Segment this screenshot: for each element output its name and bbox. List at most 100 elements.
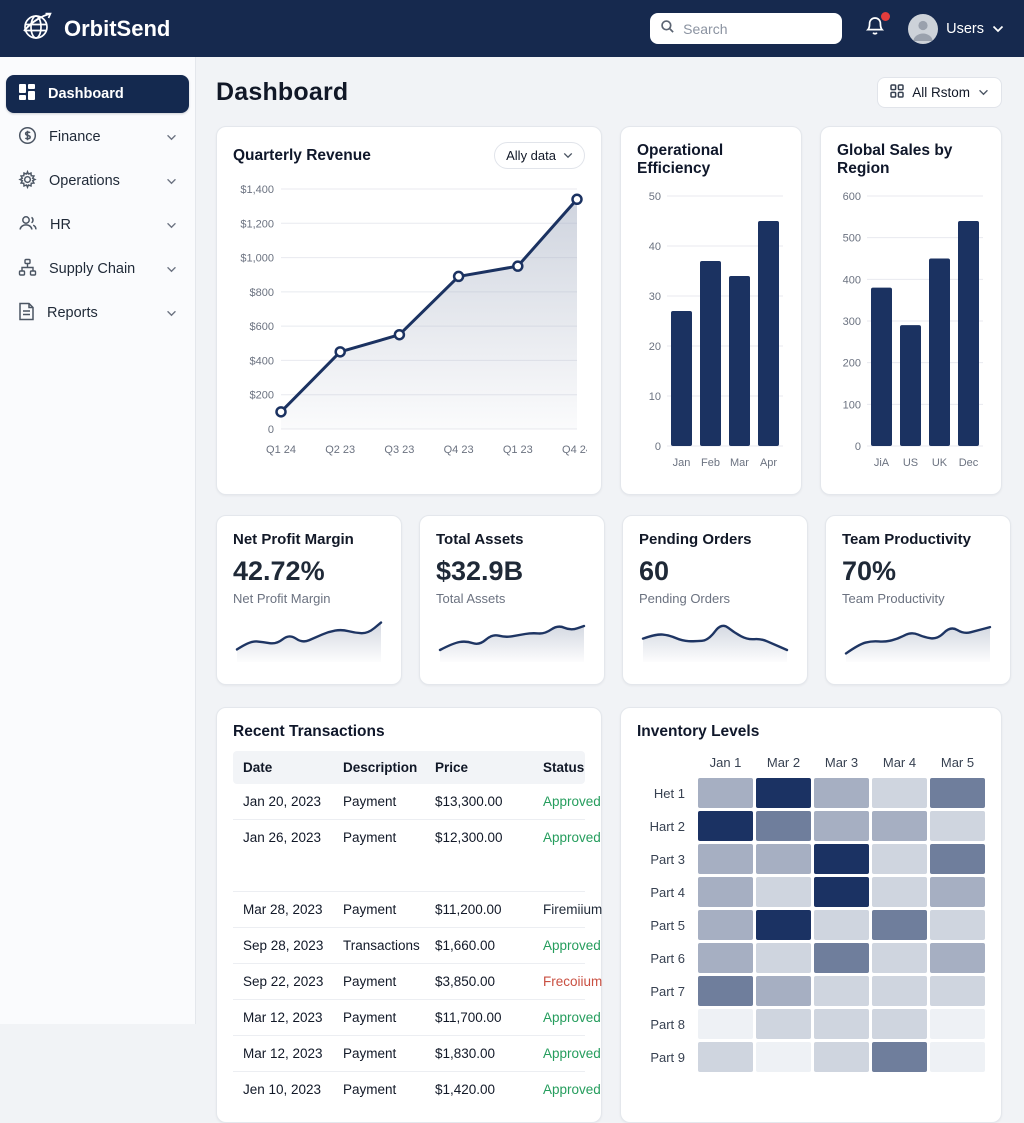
chevron-down-icon [166,217,177,233]
user-menu[interactable]: Users [908,14,1004,44]
operational-efficiency-bar-chart: 01020304050JanFebMarApr [637,182,785,479]
svg-text:20: 20 [649,341,661,353]
svg-text:Q1 24: Q1 24 [266,444,296,456]
kpi-value: 42.72% [233,556,385,587]
heatmap-cell [930,811,985,841]
gear-icon [18,170,37,193]
cell-status: Approved [543,1010,601,1025]
heatmap-row: Part 6 [637,943,985,973]
svg-text:100: 100 [843,399,861,411]
filter-button[interactable]: All Rstom [877,77,1002,108]
heatmap-cell [756,1042,811,1072]
heatmap-cell [698,1042,753,1072]
sidebar-item-finance[interactable]: Finance [6,117,189,157]
heatmap-cell [872,1042,927,1072]
svg-text:$600: $600 [250,321,274,333]
cell-price: $1,420.00 [435,1082,543,1097]
card-title: Quarterly Revenue [233,147,371,165]
cell-status: Approved [543,938,601,953]
heatmap-cell [814,943,869,973]
chevron-down-icon [166,129,177,145]
page-header: Dashboard All Rstom [216,77,1002,108]
sidebar-item-supply-chain[interactable]: Supply Chain [6,249,189,289]
kpi-title: Net Profit Margin [233,531,385,548]
heatmap-cell [930,877,985,907]
sidebar-item-hr[interactable]: HR [6,205,189,245]
heatmap-cell [814,811,869,841]
column-header: Status [543,760,584,775]
heatmap-cell [814,1042,869,1072]
heatmap-cell [756,910,811,940]
heatmap-row: Hart 2 [637,811,985,841]
cell-status: Frecoiium [543,974,602,989]
search-input-wrapper[interactable] [650,13,842,44]
cell-description: Payment [343,1046,435,1061]
bottom-row: Recent Transactions DateDescriptionPrice… [216,707,1002,1123]
kpi-subtitle: Total Assets [436,591,588,606]
heatmap-cell [756,943,811,973]
svg-text:$800: $800 [250,287,274,299]
people-icon [18,214,38,236]
cell-status: Approved [543,794,601,809]
globe-orbit-icon [20,9,54,49]
heatmap-cell [872,877,927,907]
cell-price: $13,300.00 [435,794,543,809]
notifications-button[interactable] [864,15,886,43]
cell-description: Transactions [343,938,435,953]
kpi-card-team-productivity: Team Productivity70%Team Productivity [825,515,1011,685]
cell-description: Payment [343,830,435,845]
heatmap-column-headers: Jan 1Mar 2Mar 3Mar 4Mar 5 [637,755,985,770]
cell-price: $12,300.00 [435,830,543,845]
table-row: Sep 22, 2023Payment$3,850.00Frecoiium [233,964,585,1000]
svg-text:Dec: Dec [959,457,979,469]
charts-row: Quarterly Revenue Ally data 0$200$400$60… [216,126,1002,495]
heatmap-cell [930,844,985,874]
svg-text:JiA: JiA [874,457,890,469]
svg-text:Q4 23: Q4 23 [444,444,474,456]
cell-date: Jan 20, 2023 [243,794,343,809]
cell-status: Firemiium [543,902,602,917]
kpi-subtitle: Team Productivity [842,591,994,606]
global-sales-bar-chart: 0100200300400500600JiAUSUKDec [837,182,985,479]
chevron-down-icon [563,152,573,159]
kpi-sparkline [233,612,385,669]
heatmap-cell [814,1009,869,1039]
cell-description: Payment [343,1082,435,1097]
table-row: Mar 12, 2023Payment$11,700.00Approved [233,1000,585,1036]
sidebar-item-operations[interactable]: Operations [6,161,189,201]
ally-data-select[interactable]: Ally data [494,142,585,169]
svg-text:Q4 24: Q4 24 [562,444,587,456]
quarterly-revenue-line-chart: 0$200$400$600$800$1,000$1,200$1,400Q1 24… [233,175,585,468]
svg-text:$400: $400 [250,355,274,367]
heatmap-cell [814,910,869,940]
sidebar-item-label: Reports [47,305,98,321]
cell-price: $3,850.00 [435,974,543,989]
search-input[interactable] [683,21,823,37]
bell-icon [864,25,886,42]
sidebar-item-label: Finance [49,129,101,145]
heatmap-cell [872,844,927,874]
cell-price: $11,700.00 [435,1010,543,1025]
recent-transactions-card: Recent Transactions DateDescriptionPrice… [216,707,602,1123]
heatmap-cell [930,1009,985,1039]
cell-price: $11,200.00 [435,902,543,917]
heatmap-cell [698,943,753,973]
cell-date: Sep 22, 2023 [243,974,343,989]
sidebar-item-reports[interactable]: Reports [6,293,189,333]
heatmap-cell [698,778,753,808]
svg-text:200: 200 [843,358,861,370]
page-title: Dashboard [216,78,348,107]
kpi-sparkline [436,612,588,669]
svg-text:$200: $200 [250,390,274,402]
kpi-subtitle: Pending Orders [639,591,791,606]
filter-button-label: All Rstom [912,85,970,100]
kpi-card-net-profit-margin: Net Profit Margin42.72%Net Profit Margin [216,515,402,685]
cell-date: Mar 12, 2023 [243,1010,343,1025]
heatmap-row-label: Part 4 [637,885,695,900]
heatmap-row-label: Part 8 [637,1017,695,1032]
svg-text:400: 400 [843,274,861,286]
sidebar-item-dashboard[interactable]: Dashboard [6,75,189,113]
heatmap-cell [930,976,985,1006]
kpi-title: Total Assets [436,531,588,548]
heatmap-row-label: Het 1 [637,786,695,801]
